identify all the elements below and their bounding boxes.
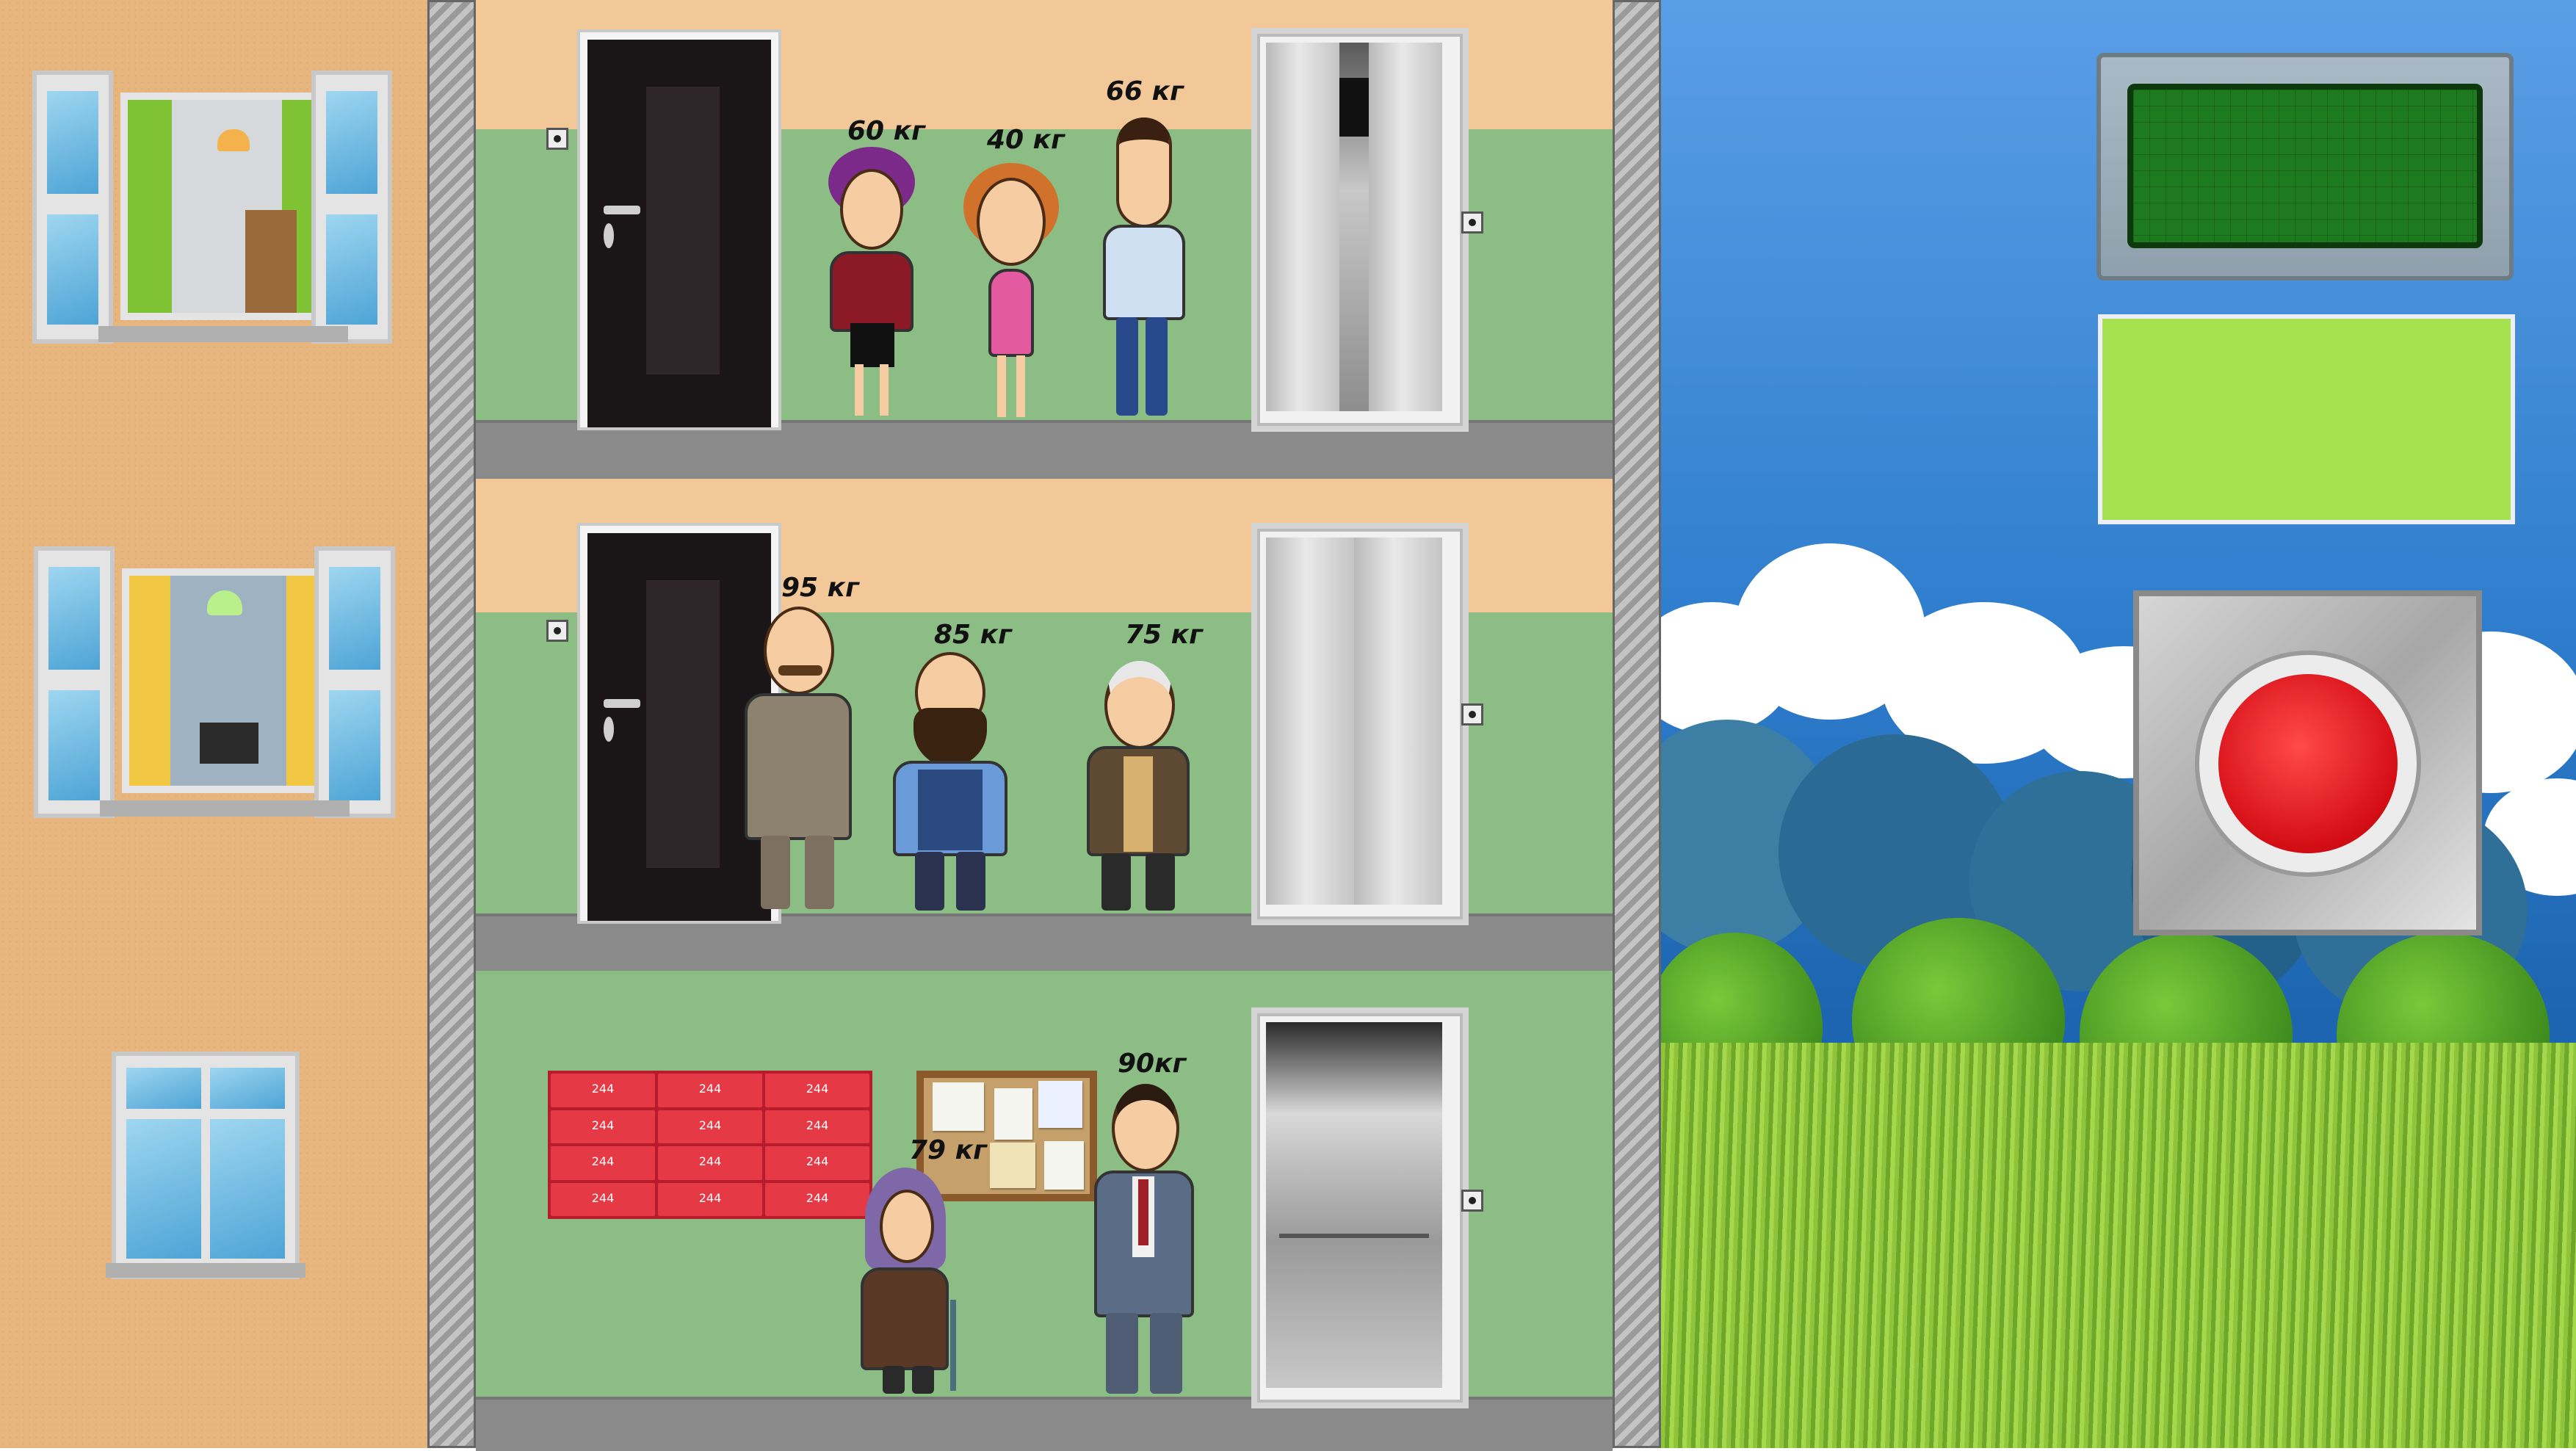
window-middle	[34, 546, 395, 818]
person-old-man	[1079, 661, 1197, 913]
person-young-man	[1097, 117, 1193, 420]
weight-label: 79 кг	[909, 1135, 987, 1165]
door-top[interactable]	[580, 32, 778, 427]
mailbox: 244	[551, 1182, 655, 1216]
call-button-icon[interactable]	[546, 620, 568, 642]
person-girl-pink-dress	[963, 163, 1059, 420]
weight-display	[2096, 53, 2514, 281]
person-man-mustache-suit	[734, 607, 859, 913]
mailbox: 244	[658, 1182, 762, 1216]
mailbox: 244	[551, 1110, 655, 1143]
weight-label: 85 кг	[934, 620, 1012, 650]
left-wall	[427, 0, 476, 1448]
person-woman-glasses	[824, 147, 919, 420]
mailbox: 244	[765, 1074, 869, 1107]
weight-label: 75 кг	[1125, 620, 1203, 650]
weight-label: 90кг	[1118, 1049, 1187, 1079]
weight-label: 60 кг	[847, 116, 925, 146]
display-screen	[2127, 84, 2483, 248]
call-button-icon[interactable]	[1461, 1190, 1483, 1212]
call-button-icon[interactable]	[1461, 703, 1483, 726]
weight-label: 66 кг	[1106, 76, 1184, 106]
building-facade	[0, 0, 427, 1448]
person-man-glasses-suit	[1088, 1084, 1198, 1397]
red-button-icon[interactable]	[2133, 590, 2482, 936]
weight-label: 40 кг	[987, 125, 1065, 155]
right-wall	[1613, 0, 1661, 1448]
red-button-knob[interactable]	[2218, 674, 2398, 853]
answer-panel[interactable]	[2098, 314, 2515, 524]
weight-label: 95 кг	[781, 573, 859, 603]
mailbox: 244	[551, 1146, 655, 1180]
person-old-woman-cane	[853, 1168, 963, 1397]
mailbox: 244	[551, 1074, 655, 1107]
call-button-icon[interactable]	[1461, 211, 1483, 234]
mailbox: 244	[765, 1110, 869, 1143]
call-button-icon[interactable]	[546, 128, 568, 150]
window-top	[32, 70, 392, 344]
mailbox: 244	[658, 1074, 762, 1107]
mailbox: 244	[658, 1146, 762, 1180]
person-bearded-man	[877, 652, 1024, 913]
elevator-middle[interactable]	[1251, 523, 1469, 925]
building-interior: 60 кг 40 кг 66 кг 95 кг 85 кг 75 кг 244 …	[427, 0, 1661, 1451]
mailbox-icon: 244 244 244 244 244 244 244 244 244 244 …	[548, 1071, 872, 1219]
mailbox: 244	[658, 1110, 762, 1143]
grass	[1661, 1043, 2576, 1448]
elevator-top[interactable]	[1251, 28, 1469, 432]
elevator-ground[interactable]	[1251, 1007, 1469, 1408]
window-bottom	[106, 1052, 305, 1279]
red-button-ring	[2199, 655, 2417, 872]
